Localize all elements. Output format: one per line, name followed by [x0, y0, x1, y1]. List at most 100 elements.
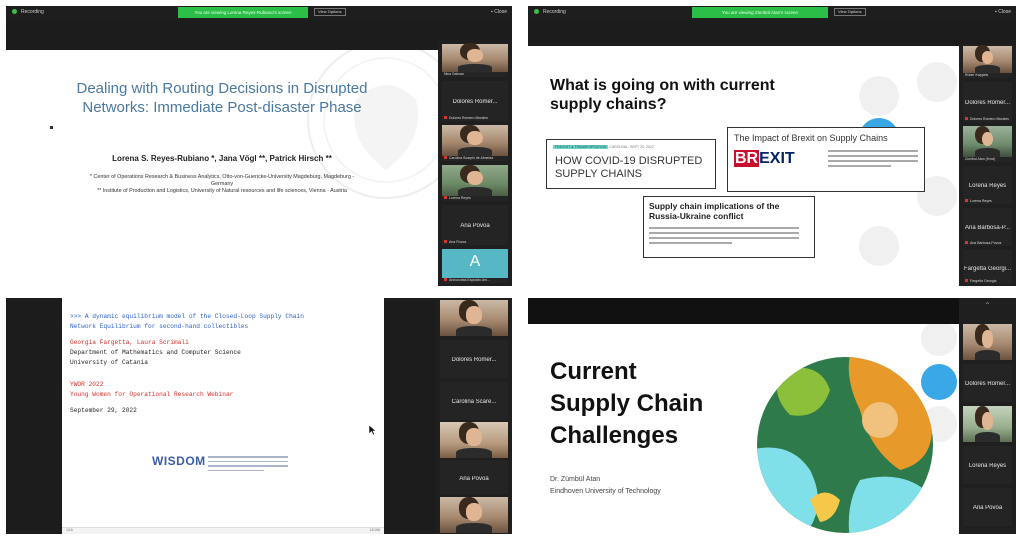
recording-label: Recording [543, 9, 566, 15]
wisdom-tagline-lines [208, 456, 288, 471]
participant-tile[interactable] [440, 422, 508, 458]
participant-label: Lorena Reyes [970, 199, 992, 203]
participant-name: Dolores Romer... [452, 99, 498, 106]
view-options-button[interactable]: View Options [314, 8, 346, 16]
mic-muted-icon [444, 278, 447, 281]
view-options-button[interactable]: View Options [834, 8, 866, 16]
slide-title-line-2: supply chains? [550, 96, 667, 113]
participant-name: Dolores Romer... [451, 357, 497, 364]
participant-tile[interactable]: Dolores Romer... Dolores Romero Morales [963, 82, 1012, 122]
russia-ukraine-text-lines [649, 227, 799, 244]
participant-tile[interactable] [963, 406, 1012, 442]
participant-name: Dolores Romer... [964, 381, 1010, 388]
article-title-line-1: HOW COVID-19 DISRUPTED [555, 155, 703, 167]
participant-tile[interactable]: Nina Salman [442, 44, 508, 77]
participant-tile[interactable]: Lorena Reyes Lorena Reyes [963, 166, 1012, 204]
participant-tile[interactable]: Dolores Romer... [440, 340, 508, 378]
participant-video [442, 165, 508, 196]
shared-slide: Current Supply Chain Challenges Dr. Zümb… [528, 324, 959, 534]
participant-tile[interactable]: Ana Povoa Ana Povoa [442, 205, 508, 245]
slide-title-line-3: Challenges [550, 422, 679, 449]
close-button[interactable]: ▪ Close [491, 9, 507, 15]
participant-label: Ana Povoa [449, 240, 467, 244]
zoom-top-bar: Recording You are viewing Lorena Reyes-R… [6, 6, 512, 19]
participant-name: Ana Povoa [460, 223, 490, 230]
participant-tile[interactable]: Carolina Scarpin de Almeida [442, 125, 508, 161]
participant-video [963, 406, 1012, 442]
participant-tile[interactable]: Ana Barbosa-P... Ana Barbosa-Povoa [963, 208, 1012, 246]
record-dot-icon [534, 9, 539, 14]
participant-name: Carolina Scare... [451, 399, 497, 406]
slide-title: Dealing with Routing Decisions in Disrup… [6, 79, 438, 117]
mic-muted-icon [965, 279, 968, 282]
bullet-dot [50, 126, 53, 129]
mic-muted-icon [965, 199, 968, 202]
slide-affiliations: * Center of Operations Research & Busine… [20, 174, 424, 195]
participant-label: Lorena Reyes [449, 196, 471, 200]
participant-tile[interactable]: Dolores Romer... [963, 364, 1012, 402]
participant-tile[interactable]: Ana Povoa [963, 488, 1012, 526]
participant-strip: Rober Kappels Dolores Romer... Dolores Ro… [959, 44, 1016, 286]
presenter-institution: Eindhoven University of Technology [550, 488, 661, 495]
participant-tile[interactable]: A Annunziata Esposito Am... [442, 249, 508, 283]
slide-title-line-2: Supply Chain [550, 390, 704, 417]
participant-tile[interactable]: Lorena Reyes [963, 446, 1012, 484]
chevron-up-icon[interactable]: ⌃ [959, 301, 1016, 310]
mic-muted-icon [444, 156, 447, 159]
participant-label: Zumbul Atan (Host) [965, 157, 996, 161]
participant-tile[interactable]: Dolores Romer... Dolores Romero Morales [442, 81, 508, 121]
mic-muted-icon [444, 116, 447, 119]
participant-tile[interactable]: Carolina Scare... [440, 382, 508, 420]
wisdom-logo: WISDOM [152, 454, 288, 471]
slide-date: September 29, 2022 [70, 407, 137, 414]
participant-video [442, 44, 508, 72]
screen-share-banner: You are viewing Zümbül Atan's screen [692, 7, 828, 18]
participant-label: Nina Salman [444, 72, 465, 76]
slide-authors: Georgia Fargetta, Laura Scrimali [70, 339, 189, 346]
zoom-window-supply-chains: Recording You are viewing Zümbül Atan's … [528, 6, 1016, 286]
russia-ukraine-title-line-2: Russia-Ukraine conflict [649, 211, 744, 221]
mic-muted-icon [965, 241, 968, 244]
slide-text: >>> A dynamic equilibrium model of the C… [70, 312, 304, 416]
shared-slide: Dealing with Routing Decisions in Disrup… [6, 50, 438, 286]
affiliation-2: ** Institute of Production and Logistics… [97, 188, 347, 194]
zoom-top-bar [528, 298, 1016, 324]
slide-title-line-2: Network Equilibrium for second-hand coll… [70, 323, 249, 330]
presenter-name: Dr. Zümbül Atan [550, 476, 601, 483]
recording-label: Recording [21, 9, 44, 15]
participant-tile[interactable]: Ana Povoa [440, 460, 508, 494]
affiliation-1-country: Germany [210, 181, 234, 187]
participant-video [442, 125, 508, 156]
close-button[interactable]: ▪ Close [995, 9, 1011, 15]
participant-video [963, 46, 1012, 73]
participant-label: Dolores Romero Morales [449, 116, 488, 120]
participant-strip: Nina Salman Dolores Romer... Dolores Rome… [438, 40, 512, 286]
slide-page-number: 1/16 [66, 528, 73, 532]
participant-tile[interactable] [963, 324, 1012, 360]
participant-label: Annunziata Esposito Am... [449, 278, 490, 282]
brexit-logo-exit: EXIT [759, 150, 795, 167]
participant-name: Lorena Reyes [968, 463, 1007, 470]
slide-title: What is going on with current supply cha… [550, 76, 775, 114]
participant-tile[interactable] [440, 300, 508, 336]
record-dot-icon [12, 9, 17, 14]
participant-tile[interactable]: Fargetta Georgi... Fargetta Georgia [963, 250, 1012, 284]
slide-event-name: Young Women for Operational Research Web… [70, 391, 234, 398]
russia-ukraine-title: Supply chain implications of the Russia-… [649, 201, 779, 221]
cursor-icon [368, 424, 376, 436]
slide-university: University of Catania [70, 359, 148, 366]
participant-name: Ana Povoa [459, 475, 489, 482]
slide-presenter-block: Dr. Zümbül Atan Eindhoven University of … [550, 474, 661, 498]
participant-tile[interactable]: Lorena Reyes [442, 165, 508, 201]
participant-label: Carolina Scarpin de Almeida [449, 156, 494, 160]
participant-strip: Dolores Romer... Carolina Scare... Ana P… [436, 298, 512, 534]
slide-title-line-1: What is going on with current [550, 77, 775, 94]
mic-muted-icon [965, 117, 968, 120]
participant-tile[interactable]: Rober Kappels [963, 46, 1012, 78]
article-kicker: FREIGHT & TRANSPORTATION [553, 145, 609, 149]
slide-authors: Lorena S. Reyes-Rubiano *, Jana Vögl **,… [112, 154, 332, 163]
brexit-logo: BREXIT [734, 150, 795, 168]
participant-tile[interactable]: Zumbul Atan (Host) [963, 126, 1012, 162]
participant-tile[interactable] [440, 497, 508, 533]
russia-ukraine-article-card: Supply chain implications of the Russia-… [643, 196, 815, 258]
